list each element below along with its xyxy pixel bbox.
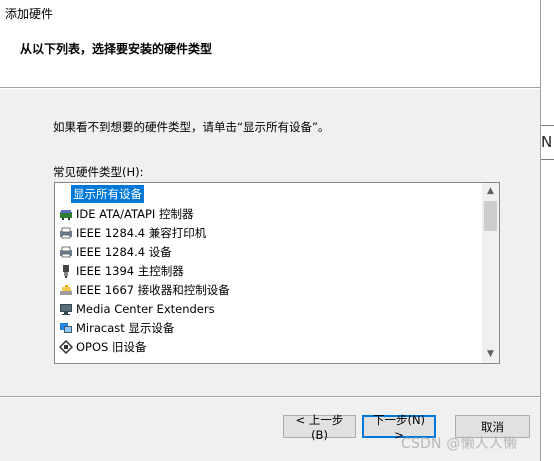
storage-icon <box>59 283 73 297</box>
printer-icon <box>59 226 73 240</box>
list-item-label: IDE ATA/ATAPI 控制器 <box>76 206 194 221</box>
scroll-up-arrow-icon[interactable]: ▲ <box>482 183 499 200</box>
scroll-down-arrow-icon[interactable]: ▼ <box>482 346 499 363</box>
opos-icon <box>59 339 73 354</box>
watermark: CSDN @懒人人懒 <box>401 436 518 452</box>
back-button[interactable]: < 上一步(B) <box>283 413 356 442</box>
hardware-type-list[interactable]: 显示所有设备 IDE ATA/ATAPI 控制器 IEEE 1284.4 兼容打… <box>54 182 500 364</box>
wizard-subtitle: 从以下列表，选择要安装的硬件类型 <box>20 42 213 56</box>
list-item-show-all[interactable]: 显示所有设备 <box>71 184 144 203</box>
miracast-icon <box>59 321 73 335</box>
window-title: 添加硬件 <box>5 7 54 21</box>
list-item-ieee1394[interactable]: IEEE 1394 主控制器 <box>59 261 184 280</box>
list-scrollbar[interactable]: ▲ ▼ <box>482 183 499 363</box>
list-item-media-center[interactable]: Media Center Extenders <box>59 299 215 318</box>
instruction-text: 如果看不到想要的硬件类型，请单击“显示所有设备”。 <box>53 120 330 134</box>
background-window-edge: N <box>541 125 554 160</box>
list-item-label: IEEE 1667 接收器和控制设备 <box>76 282 230 297</box>
list-item-label: Miracast 显示设备 <box>76 320 175 335</box>
list-item-label: OPOS 旧设备 <box>76 339 147 354</box>
hardware-type-label: 常见硬件类型(H): <box>53 165 144 179</box>
background-window-strip <box>541 0 554 461</box>
header-divider-highlight <box>0 88 540 89</box>
list-item-ieee1667[interactable]: IEEE 1667 接收器和控制设备 <box>59 280 230 299</box>
scroll-thumb[interactable] <box>484 201 497 231</box>
monitor-icon <box>59 302 73 316</box>
list-item-ieee1284-printer[interactable]: IEEE 1284.4 兼容打印机 <box>59 223 206 242</box>
list-item-label: IEEE 1284.4 设备 <box>76 244 172 259</box>
printer-icon <box>59 245 73 259</box>
ide-controller-icon <box>59 207 73 221</box>
list-item-label: IEEE 1284.4 兼容打印机 <box>76 225 207 240</box>
list-item-ieee1284-device[interactable]: IEEE 1284.4 设备 <box>59 242 172 261</box>
footer-divider-highlight <box>0 397 540 398</box>
list-item-label: IEEE 1394 主控制器 <box>76 263 184 278</box>
list-item-opos[interactable]: OPOS 旧设备 <box>59 337 147 356</box>
firewire-icon <box>59 264 73 278</box>
list-item-ide[interactable]: IDE ATA/ATAPI 控制器 <box>59 204 193 223</box>
list-item-label: 显示所有设备 <box>71 184 144 203</box>
list-item-miracast[interactable]: Miracast 显示设备 <box>59 318 174 337</box>
list-item-label: Media Center Extenders <box>76 301 215 316</box>
